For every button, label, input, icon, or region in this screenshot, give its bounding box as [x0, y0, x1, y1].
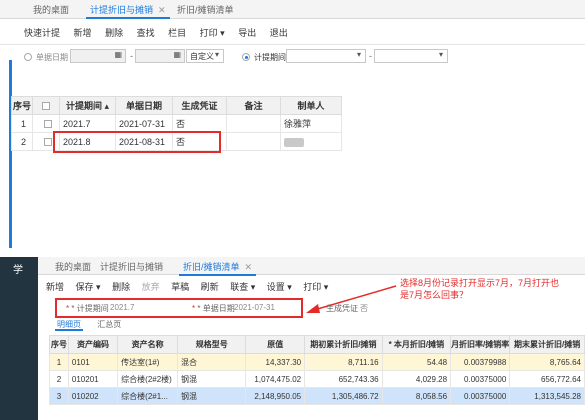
- calendar-icon[interactable]: ▦: [114, 50, 122, 59]
- col-header-orig: 原值: [245, 335, 306, 354]
- close-icon[interactable]: ✕: [245, 262, 253, 272]
- highlight-box-fields: [55, 298, 303, 318]
- bottom-tab-bar: 我的桌面 计提折旧与摊销 折旧/摊销清单 ✕: [38, 257, 585, 276]
- row-checkbox[interactable]: [43, 120, 52, 129]
- tab-depreciation-list[interactable]: 折旧/摊销清单 ✕: [179, 260, 257, 276]
- add-button[interactable]: 新增: [46, 279, 64, 295]
- col-header-open: 期初累计折旧/摊销: [304, 335, 383, 354]
- export-button[interactable]: 导出: [238, 25, 256, 41]
- table-row[interactable]: 2 010201 综合楼(2#2楼) 钢混 1,074,475.02 652,7…: [49, 370, 585, 388]
- chevron-down-icon: ▾: [356, 50, 361, 59]
- delete-button[interactable]: 删除: [112, 279, 130, 295]
- col-header-note: 备注: [226, 96, 281, 115]
- columns-button[interactable]: 栏目: [168, 25, 186, 41]
- period-start-select[interactable]: ▾: [286, 49, 366, 63]
- subtab-detail[interactable]: 明细页: [55, 320, 83, 331]
- col-header-no: 序号: [11, 96, 33, 115]
- close-icon[interactable]: ✕: [158, 5, 166, 15]
- tab-depreciation[interactable]: 计提折旧与摊销: [96, 260, 167, 276]
- col-header-select[interactable]: [32, 96, 60, 115]
- table-row[interactable]: 1 0101 传达室(1#) 混合 14,337.30 8,711.16 54.…: [49, 353, 585, 371]
- draft-button[interactable]: 草稿: [171, 279, 189, 295]
- print-button[interactable]: 打印 ▾: [200, 25, 225, 41]
- filter-bar: 单据日期 ▦ - ▦ 自定义 ▾ 计提期间 ▾ - ▾: [0, 44, 585, 68]
- col-header-close: 期末累计折旧/摊销: [509, 335, 585, 354]
- discard-button[interactable]: 放弃: [142, 279, 160, 295]
- highlight-box-row2: [53, 131, 221, 153]
- select-all-checkbox[interactable]: [42, 102, 50, 111]
- subtab-bar: 明细页 汇总页: [55, 319, 121, 333]
- voucher-field-label: 生成凭证: [326, 304, 358, 313]
- col-header-maker: 制单人: [280, 96, 342, 115]
- settings-button[interactable]: 设置 ▾: [267, 279, 292, 295]
- doc-date-start-input[interactable]: ▦: [70, 49, 126, 63]
- add-button[interactable]: 新增: [74, 25, 92, 41]
- bottom-toolbar: 新增 保存 ▾ 删除 放弃 草稿 刷新 联查 ▾ 设置 ▾ 打印 ▾: [46, 279, 337, 295]
- table-row[interactable]: 1 2021.7 2021-07-31 否 徐雅萍: [11, 114, 342, 133]
- row-checkbox[interactable]: [43, 138, 52, 147]
- col-header-spec: 规格型号: [177, 335, 247, 354]
- tab-my-desktop[interactable]: 我的桌面: [51, 260, 95, 276]
- top-tab-bar: 我的桌面 计提折旧与摊销 ✕ 折旧/摊销清单: [0, 0, 585, 19]
- blurred-name: [284, 137, 304, 147]
- col-header-period[interactable]: 计提期间 ▴: [59, 96, 116, 115]
- doc-date-label: 单据日期: [36, 53, 68, 62]
- exit-button[interactable]: 退出: [270, 25, 288, 41]
- annotation-text: 选择8月份记录打开显示7月，7月打开也是7月怎么回事？: [400, 278, 560, 300]
- col-header-month: * 本月折旧/摊销: [381, 335, 452, 354]
- voucher-field-value: 否: [360, 304, 368, 313]
- linked-query-button[interactable]: 联查 ▾: [230, 279, 255, 295]
- panel-divider: [9, 60, 12, 248]
- chevron-down-icon: ▾: [438, 50, 443, 59]
- col-header-rate: 月折旧率/摊销率: [450, 335, 511, 354]
- tab-my-desktop[interactable]: 我的桌面: [29, 3, 73, 19]
- period-radio[interactable]: [242, 53, 250, 61]
- col-header-no: 序号: [49, 335, 69, 354]
- refresh-button[interactable]: 刷新: [201, 279, 219, 295]
- col-header-code: 资产编码: [67, 335, 119, 354]
- sidebar-glyph: 学: [13, 265, 23, 276]
- left-sidebar: 学: [0, 257, 38, 420]
- col-header-date: 单据日期: [115, 96, 173, 115]
- tab-depreciation[interactable]: 计提折旧与摊销 ✕: [86, 3, 170, 19]
- doc-date-radio[interactable]: [24, 53, 32, 61]
- tab-depreciation-list[interactable]: 折旧/摊销清单: [173, 3, 238, 19]
- save-button[interactable]: 保存 ▾: [76, 279, 101, 295]
- col-header-name: 资产名称: [117, 335, 179, 354]
- delete-button[interactable]: 删除: [105, 25, 123, 41]
- chevron-down-icon: ▾: [214, 50, 219, 59]
- period-end-select[interactable]: ▾: [374, 49, 448, 63]
- table-row[interactable]: 3 010202 综合楼(2#1... 钢混 2,148,950.05 1,30…: [49, 387, 585, 405]
- col-header-voucher: 生成凭证: [172, 96, 227, 115]
- top-toolbar: 快速计提 新增 删除 查找 栏目 打印 ▾ 导出 退出: [24, 25, 299, 41]
- doc-date-end-input[interactable]: ▦: [135, 49, 185, 63]
- period-label: 计提期间: [254, 53, 286, 62]
- subtab-summary[interactable]: 汇总页: [97, 320, 121, 329]
- find-button[interactable]: 查找: [137, 25, 155, 41]
- quick-accrue-button[interactable]: 快速计提: [24, 25, 60, 41]
- date-range-select[interactable]: 自定义 ▾: [186, 49, 224, 63]
- print-button[interactable]: 打印 ▾: [303, 279, 328, 295]
- depreciation-list-table: 序号 资产编码 资产名称 规格型号 原值 期初累计折旧/摊销 * 本月折旧/摊销…: [49, 335, 585, 405]
- calendar-icon[interactable]: ▦: [173, 50, 181, 59]
